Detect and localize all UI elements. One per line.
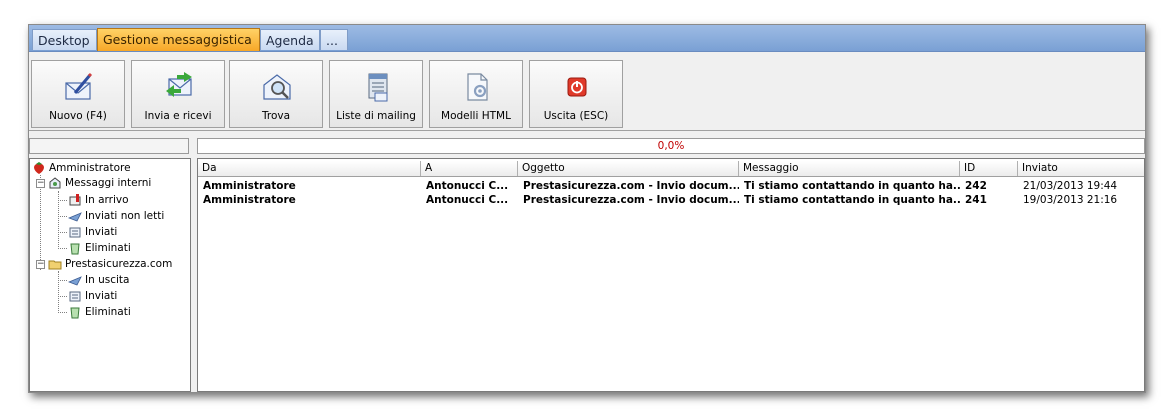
- trash-icon: [70, 243, 80, 255]
- message-grid: Da A Oggetto Messaggio ID Inviato Ammini…: [197, 158, 1145, 392]
- column-header-oggetto[interactable]: Oggetto: [518, 161, 739, 176]
- tree-item-label: Eliminati: [85, 306, 131, 318]
- tree-group-label: Prestasicurezza.com: [65, 258, 173, 270]
- table-row[interactable]: Amministratore Antonucci C... Prestasicu…: [198, 193, 1144, 207]
- progress-text: 0,0%: [657, 140, 685, 152]
- tree-group-label: Messaggi interni: [65, 177, 152, 189]
- tree-item-label: Inviati non letti: [85, 210, 165, 222]
- tab-agenda[interactable]: Agenda: [260, 29, 320, 50]
- find-label: Trova: [261, 110, 291, 122]
- tree-line: [40, 175, 41, 270]
- grid-header: Da A Oggetto Messaggio ID Inviato: [198, 161, 1144, 177]
- tree-item-eliminati[interactable]: Eliminati: [68, 304, 131, 320]
- trash-icon: [70, 307, 80, 319]
- tree-group-prestasicurezza[interactable]: Prestasicurezza.com: [48, 256, 172, 272]
- table-row[interactable]: Amministratore Antonucci C... Prestasicu…: [198, 179, 1144, 193]
- inbox-icon: [69, 194, 81, 206]
- folder-tree: Amministratore − Messaggi interni In arr…: [29, 158, 191, 392]
- tree-root-label: Amministratore: [49, 162, 131, 174]
- tree-line: [58, 248, 67, 249]
- column-header-inviato[interactable]: Inviato: [1018, 161, 1144, 176]
- tree-line: [58, 296, 67, 297]
- search-envelope-icon: [263, 74, 291, 100]
- html-template-icon: [467, 73, 488, 101]
- html-templates-label: Modelli HTML: [441, 110, 511, 122]
- send-receive-label: Invia e ricevi: [144, 110, 212, 122]
- mail-group-icon: [49, 177, 61, 189]
- tree-item-label: In uscita: [85, 274, 130, 286]
- tree-group-messaggi-interni[interactable]: Messaggi interni: [48, 175, 151, 191]
- tree-root-administrator[interactable]: Amministratore: [32, 160, 131, 176]
- mailing-list-icon: [368, 73, 388, 102]
- collapse-toggle[interactable]: −: [36, 260, 45, 269]
- column-header-da[interactable]: Da: [198, 161, 421, 176]
- tree-item-in-arrivo[interactable]: In arrivo: [68, 192, 129, 208]
- cell-id: 241: [965, 194, 987, 206]
- cell-messaggio: Ti stiamo contattando in quanto ha...: [744, 180, 960, 192]
- exit-power-icon: [567, 77, 587, 97]
- column-header-messaggio[interactable]: Messaggio: [739, 161, 960, 176]
- cell-messaggio: Ti stiamo contattando in quanto ha...: [744, 194, 960, 206]
- progress-bar: 0,0%: [197, 138, 1145, 154]
- mailing-lists-button[interactable]: Liste di mailing: [329, 60, 423, 128]
- mailing-lists-label: Liste di mailing: [336, 110, 416, 122]
- tree-line: [58, 200, 67, 201]
- tree-line: [58, 280, 67, 281]
- cell-id: 242: [965, 180, 987, 192]
- column-header-id[interactable]: ID: [960, 161, 1018, 176]
- send-receive-icon: [166, 72, 192, 97]
- tab-gestione-messaggistica[interactable]: Gestione messaggistica: [97, 28, 260, 51]
- cell-inviato: 19/03/2013 21:16: [1023, 194, 1118, 206]
- mail-folder-icon: [48, 260, 62, 270]
- cell-a: Antonucci C...: [426, 194, 509, 206]
- exit-label: Uscita (ESC): [543, 110, 609, 122]
- tree-line: [58, 271, 59, 313]
- tree-item-label: Inviati: [85, 290, 118, 302]
- toolbar: Nuovo (F4) Invia e ricevi Trova Liste di…: [29, 58, 1145, 131]
- new-message-button[interactable]: Nuovo (F4): [31, 60, 125, 128]
- sent-folder-icon: [69, 291, 81, 302]
- tree-header: [29, 138, 189, 154]
- tab-desktop[interactable]: Desktop: [32, 29, 97, 50]
- send-receive-button[interactable]: Invia e ricevi: [131, 60, 225, 128]
- tree-item-inviati[interactable]: Inviati: [68, 224, 117, 240]
- envelope-pen-icon: [65, 72, 93, 100]
- exit-button[interactable]: Uscita (ESC): [529, 60, 623, 128]
- strawberry-icon: [34, 162, 44, 174]
- tree-item-label: Eliminati: [85, 242, 131, 254]
- tree-line: [58, 216, 67, 217]
- tree-line: [58, 232, 67, 233]
- tree-line: [58, 312, 67, 313]
- tree-item-in-uscita[interactable]: In uscita: [68, 272, 129, 288]
- tab-more[interactable]: ...: [320, 29, 348, 50]
- tree-item-inviati[interactable]: Inviati: [68, 288, 117, 304]
- cell-a: Antonucci C...: [426, 180, 509, 192]
- outbox-icon: [68, 276, 82, 286]
- new-message-label: Nuovo (F4): [49, 110, 107, 122]
- cell-inviato: 21/03/2013 19:44: [1023, 180, 1118, 192]
- unread-sent-icon: [68, 212, 82, 222]
- tab-bar: Desktop Gestione messaggistica Agenda ..…: [29, 25, 1145, 52]
- tree-item-inviati-non-letti[interactable]: Inviati non letti: [68, 208, 164, 224]
- sent-folder-icon: [69, 227, 81, 238]
- find-button[interactable]: Trova: [229, 60, 323, 128]
- collapse-toggle[interactable]: −: [36, 179, 45, 188]
- cell-da: Amministratore: [203, 180, 296, 192]
- app-window: Desktop Gestione messaggistica Agenda ..…: [28, 24, 1146, 393]
- cell-oggetto: Prestasicurezza.com - Invio docum...: [523, 194, 739, 206]
- tree-item-eliminati[interactable]: Eliminati: [68, 240, 131, 256]
- cell-da: Amministratore: [203, 194, 296, 206]
- html-templates-button[interactable]: Modelli HTML: [429, 60, 523, 128]
- tree-item-label: Inviati: [85, 226, 118, 238]
- column-header-a[interactable]: A: [421, 161, 518, 176]
- tree-item-label: In arrivo: [85, 194, 129, 206]
- cell-oggetto: Prestasicurezza.com - Invio docum...: [523, 180, 739, 192]
